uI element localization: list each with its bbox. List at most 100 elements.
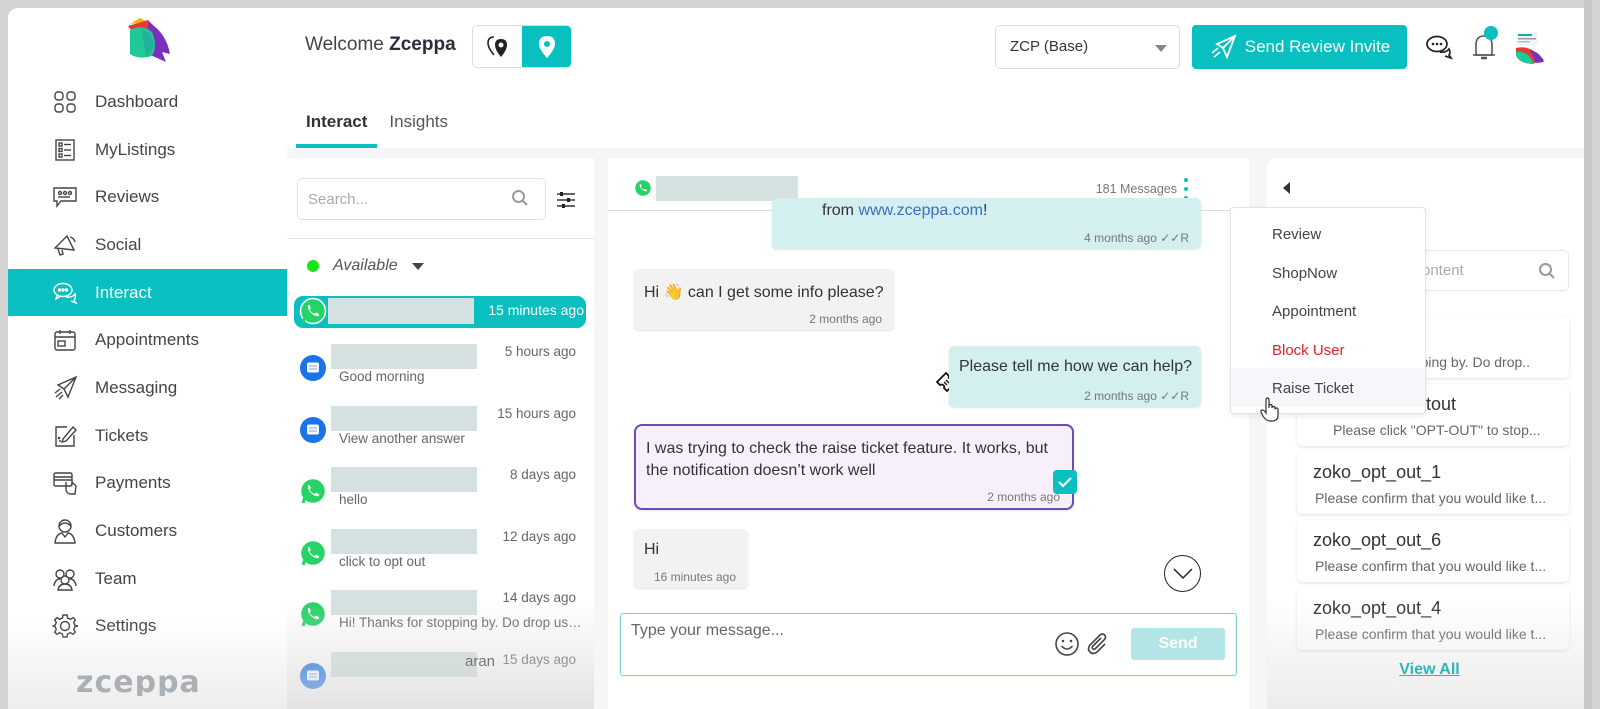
contact-name-redacted — [331, 467, 477, 492]
sidebar: Dashboard MyListings Reviews Social Inte… — [8, 8, 287, 709]
conversation-preview: Hi! Thanks for stopping by. Do drop us a… — [339, 615, 584, 630]
conversation-time: 14 days ago — [502, 590, 576, 605]
sidebar-item-interact[interactable]: Interact — [8, 268, 287, 317]
avatar[interactable] — [1512, 30, 1546, 66]
conversation-time: 15 minutes ago — [488, 302, 584, 318]
message-input[interactable] — [631, 622, 1031, 640]
sidebar-item-mylistings[interactable]: MyListings — [8, 126, 287, 174]
zceppa-logo[interactable] — [122, 14, 174, 66]
menu-item-appointment[interactable]: Appointment — [1231, 291, 1425, 330]
sidebar-item-settings[interactable]: Settings — [8, 603, 287, 651]
caret-down-icon — [411, 262, 424, 270]
sidebar-item-team[interactable]: Team — [8, 555, 287, 603]
pointer-hand-cursor-icon — [1260, 397, 1279, 422]
sidebar-item-label: Settings — [95, 616, 157, 636]
location-toggle — [472, 25, 572, 68]
grid-icon — [52, 89, 78, 115]
send-review-invite-button[interactable]: Send Review Invite — [1192, 25, 1407, 69]
message-link[interactable]: www.zceppa.com — [858, 202, 983, 219]
sidebar-item-reviews[interactable]: Reviews — [8, 173, 287, 221]
ticket-edit-icon — [52, 423, 78, 449]
location-select[interactable]: ZCP (Base) — [995, 25, 1180, 69]
menu-item-block-user[interactable]: Block User — [1231, 330, 1425, 369]
message-bubble-selected[interactable]: I was trying to check the raise ticket f… — [634, 424, 1074, 510]
review-bubble-icon — [52, 184, 78, 210]
paperclip-icon[interactable] — [1086, 631, 1110, 655]
conversation-item[interactable]: 12 days ago click to opt out — [287, 521, 594, 583]
sidebar-item-social[interactable]: Social — [8, 221, 287, 269]
chat-options-menu: Review ShopNow Appointment Block User Raise … — [1230, 207, 1426, 414]
single-location-button[interactable] — [522, 26, 571, 67]
template-card[interactable]: zoko_opt_out_4 Please confirm that you wo… — [1297, 588, 1569, 650]
sms-message-icon — [300, 355, 326, 381]
whatsapp-icon — [299, 297, 327, 325]
message-bubble-incoming: Hi 👋 can I get some info please? 2 month… — [634, 269, 894, 330]
divider — [287, 238, 594, 239]
notification-badge — [1484, 26, 1498, 40]
conversation-item[interactable]: aran 15 days ago — [287, 644, 594, 706]
message-time: 16 minutes ago — [653, 570, 736, 584]
collapse-panel-icon[interactable] — [1283, 182, 1290, 194]
contact-name-redacted — [331, 528, 477, 554]
chat-bubbles-icon — [52, 280, 78, 306]
template-description: Please confirm that you would like t... — [1315, 558, 1547, 574]
conversation-list-panel: Available 15 minutes ago 5 hours ago Good … — [287, 158, 594, 709]
scroll-to-bottom-button[interactable] — [1164, 555, 1201, 592]
search-icon[interactable] — [511, 189, 529, 207]
main-tabs: Interact Insights — [296, 108, 460, 148]
whatsapp-icon — [299, 539, 327, 566]
contact-name-redacted — [331, 590, 477, 615]
sidebar-item-label: MyListings — [95, 139, 176, 159]
template-name: zoko_opt_out_4 — [1313, 598, 1442, 618]
message-text: from www.zceppa.com! — [822, 202, 988, 219]
contact-name-redacted — [331, 344, 477, 369]
filter-sliders-icon[interactable] — [555, 190, 577, 210]
app-window: Dashboard MyListings Reviews Social Inte… — [8, 8, 1592, 709]
template-card[interactable]: zoko_opt_out_6 Please confirm that you wo… — [1297, 520, 1569, 582]
conversation-item[interactable]: 8 days ago hello — [287, 459, 594, 521]
sidebar-item-messaging[interactable]: Messaging — [8, 364, 287, 412]
chat-options-button[interactable] — [1183, 178, 1189, 200]
message-text: Please tell me how we can help? — [959, 358, 1193, 375]
emoji-icon[interactable] — [1054, 631, 1080, 657]
search-icon[interactable] — [1538, 262, 1556, 280]
tab-insights[interactable]: Insights — [379, 108, 458, 148]
location-select-value: ZCP (Base) — [1010, 38, 1089, 55]
message-text: Hi 👋 can I get some info please? — [644, 284, 884, 301]
message-select-checkbox[interactable] — [1053, 470, 1077, 494]
conversation-item[interactable]: 15 minutes ago — [294, 296, 586, 328]
conversation-preview: View another answer — [339, 430, 465, 446]
conversation-item[interactable]: 15 hours ago View another answer — [287, 398, 594, 460]
message-text: I was trying to check the raise ticket f… — [646, 440, 1048, 479]
message-count: 181 Messages — [1095, 182, 1177, 196]
view-all-link[interactable]: View All — [1267, 661, 1592, 679]
sidebar-item-appointments[interactable]: Appointments — [8, 316, 287, 364]
multi-location-button[interactable] — [473, 26, 522, 67]
conversation-item[interactable]: 5 hours ago Good morning — [287, 336, 594, 398]
menu-item-shopnow[interactable]: ShopNow — [1231, 253, 1425, 292]
conversation-item[interactable]: 14 days ago Hi! Thanks for stopping by. D… — [287, 582, 594, 644]
message-text: Hi — [644, 541, 660, 558]
menu-item-review[interactable]: Review — [1231, 214, 1425, 253]
sidebar-item-label: Team — [95, 568, 137, 588]
send-button[interactable]: Send — [1131, 628, 1225, 660]
calendar-icon — [52, 327, 78, 353]
sidebar-nav: Dashboard MyListings Reviews Social Inte… — [8, 78, 287, 650]
tab-interact[interactable]: Interact — [296, 108, 378, 148]
message-composer: Send — [620, 613, 1237, 676]
template-card[interactable]: zoko_opt_out_1 Please confirm that you wo… — [1297, 452, 1569, 514]
list-icon — [52, 137, 78, 163]
chat-icon-button[interactable] — [1424, 32, 1454, 62]
sidebar-item-tickets[interactable]: Tickets — [8, 412, 287, 460]
sidebar-item-dashboard[interactable]: Dashboard — [8, 78, 287, 126]
sidebar-item-label: Customers — [95, 521, 178, 541]
sidebar-item-customers[interactable]: Customers — [8, 507, 287, 555]
sidebar-item-payments[interactable]: Payments — [8, 460, 287, 508]
template-name: zoko_opt_out_1 — [1313, 462, 1442, 482]
availability-status-dropdown[interactable]: Available — [307, 257, 424, 275]
chat-panel: 181 Messages from www.zceppa.com! 4 mont… — [608, 158, 1249, 709]
notifications-button[interactable] — [1469, 26, 1499, 62]
conversation-preview: hello — [339, 492, 368, 507]
contact-name-redacted — [331, 405, 477, 431]
conversation-search-input[interactable] — [297, 178, 546, 220]
